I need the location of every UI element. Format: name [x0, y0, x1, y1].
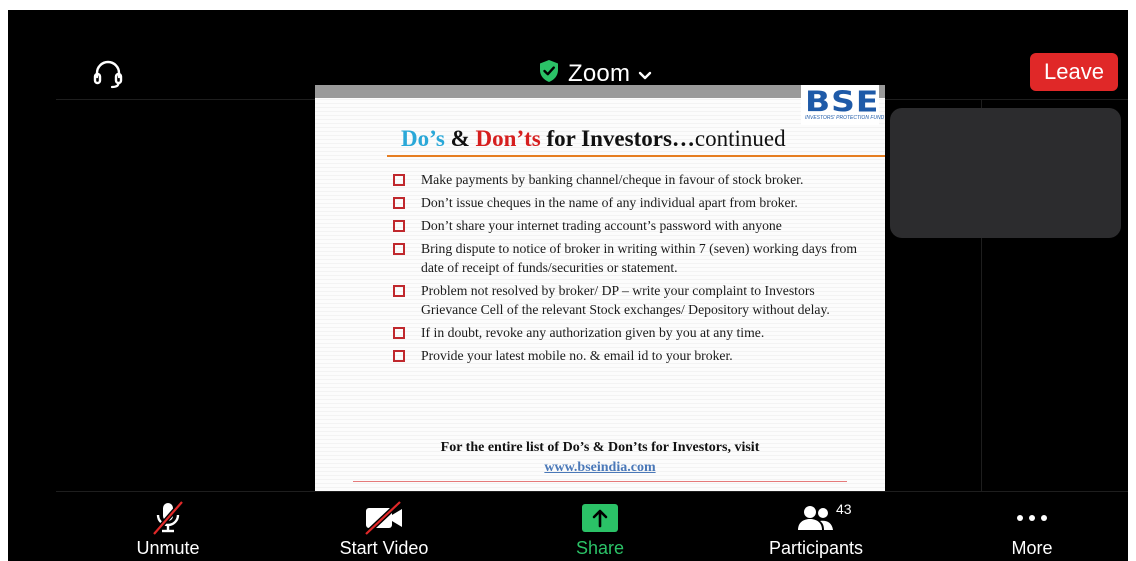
slide-footnote: For the entire list of Do’s & Don’ts for… [440, 440, 760, 455]
checkbox-bullet-icon [393, 285, 405, 297]
chevron-down-icon [638, 60, 652, 88]
share-arrow-icon [580, 500, 620, 536]
more-label: More [1011, 538, 1053, 558]
headset-icon[interactable] [90, 56, 126, 92]
title-donts: Don’ts [475, 126, 541, 151]
more-button[interactable]: More [952, 500, 1112, 558]
video-off-icon [362, 500, 406, 536]
share-button[interactable]: Share [520, 500, 680, 558]
toolbar-divider [56, 491, 1128, 492]
unmute-label: Unmute [136, 538, 200, 558]
unmute-button[interactable]: Unmute [88, 500, 248, 558]
title-continued: continued [694, 126, 786, 151]
title-amp: & [450, 126, 470, 151]
participants-button[interactable]: Participants [736, 500, 896, 558]
more-dots-icon [1012, 500, 1052, 536]
list-item: Problem not resolved by broker/ DP – wri… [393, 281, 873, 319]
list-item: If in doubt, revoke any authorization gi… [393, 323, 873, 342]
muted-microphone-icon [148, 500, 188, 536]
start-video-label: Start Video [339, 538, 429, 558]
checkbox-bullet-icon [393, 220, 405, 232]
participants-icon [796, 500, 836, 536]
dos-donts-list: Make payments by banking channel/cheque … [393, 170, 873, 369]
title-underline [387, 155, 885, 157]
leave-button[interactable]: Leave [1030, 53, 1118, 91]
slide-top-bar [315, 85, 885, 98]
checkbox-bullet-icon [393, 327, 405, 339]
list-item: Provide your latest mobile no. & email i… [393, 346, 873, 365]
checkbox-bullet-icon [393, 197, 405, 209]
checkbox-bullet-icon [393, 174, 405, 186]
start-video-button[interactable]: Start Video [304, 500, 464, 558]
checkbox-bullet-icon [393, 243, 405, 255]
list-item: Bring dispute to notice of broker in wri… [393, 239, 873, 277]
slide-bottom-line [353, 481, 847, 482]
zoom-meeting-screen: Zoom Leave BSE INVESTORS' PROTECTION FUN… [8, 10, 1128, 561]
app-title: Zoom [568, 60, 631, 87]
title-for-investors: for Investors… [546, 126, 695, 151]
bse-website-link: www.bseindia.com [544, 460, 656, 475]
participant-thumbnail[interactable] [890, 108, 1121, 238]
participants-label: Participants [768, 538, 864, 558]
list-item: Make payments by banking channel/cheque … [393, 170, 873, 189]
bse-logo: BSE INVESTORS' PROTECTION FUND [801, 85, 884, 125]
list-item: Don’t issue cheques in the name of any i… [393, 193, 873, 212]
checkbox-bullet-icon [393, 350, 405, 362]
participants-count-badge: 43 [836, 501, 852, 517]
share-label: Share [575, 538, 625, 558]
title-dos: Do’s [401, 126, 445, 151]
slide-title: Do’s & Don’ts for Investors…continued [401, 126, 786, 152]
shared-screen-slide: BSE INVESTORS' PROTECTION FUND Do’s & Do… [315, 85, 885, 491]
list-item: Don’t share your internet trading accoun… [393, 216, 873, 235]
